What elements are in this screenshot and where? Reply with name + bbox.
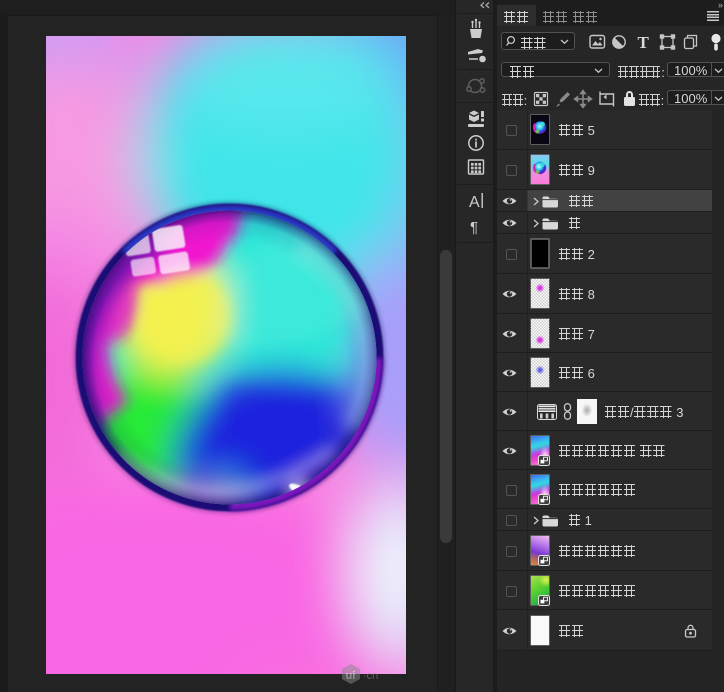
svg-text:A: A	[469, 194, 480, 211]
svg-text:ui: ui	[346, 670, 356, 682]
svg-text:·cn: ·cn	[363, 670, 378, 682]
svg-text:T: T	[638, 33, 650, 52]
svg-text:¶: ¶	[470, 219, 478, 236]
